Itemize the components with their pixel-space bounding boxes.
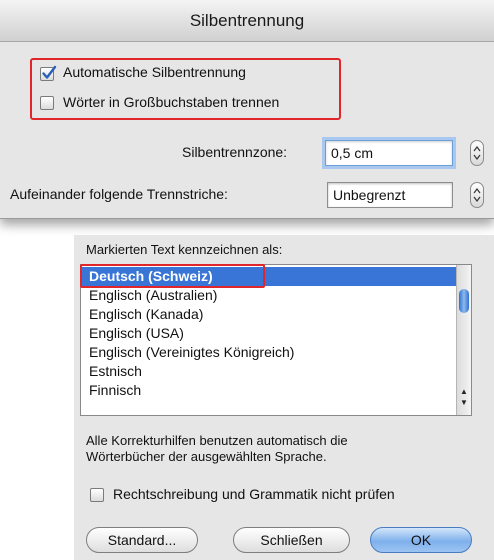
language-header: Markierten Text kennzeichnen als: bbox=[86, 242, 283, 257]
close-button[interactable]: Schließen bbox=[233, 527, 350, 553]
zone-label: Silbentrennzone: bbox=[182, 144, 288, 160]
info-text-line2: Wörterbücher der ausgewählten Sprache. bbox=[86, 449, 327, 464]
consecutive-label: Aufeinander folgende Trennstriche: bbox=[10, 186, 228, 202]
skip-check-checkbox[interactable] bbox=[90, 488, 104, 502]
auto-hyphenation-label: Automatische Silbentrennung bbox=[63, 64, 246, 80]
ok-button[interactable]: OK bbox=[370, 527, 472, 553]
list-item[interactable]: Englisch (Vereinigtes Königreich) bbox=[81, 343, 457, 362]
list-item[interactable]: Englisch (Australien) bbox=[81, 286, 457, 305]
caps-hyphenation-label: Wörter in Großbuchstaben trennen bbox=[63, 94, 280, 110]
stepper-arrows-icon bbox=[473, 188, 481, 202]
caps-hyphenation-checkbox[interactable] bbox=[40, 96, 54, 110]
list-item[interactable]: Estnisch bbox=[81, 362, 457, 381]
scroll-up-arrow-icon[interactable]: ▲ bbox=[460, 388, 468, 396]
consecutive-input[interactable]: Unbegrenzt bbox=[327, 182, 453, 208]
list-item[interactable]: Finnisch bbox=[81, 381, 457, 400]
list-item[interactable]: Englisch (Kanada) bbox=[81, 305, 457, 324]
list-item[interactable]: Englisch (USA) bbox=[81, 324, 457, 343]
auto-hyphenation-checkbox[interactable] bbox=[40, 65, 57, 81]
zone-stepper[interactable] bbox=[470, 140, 484, 166]
checkmark-icon bbox=[42, 65, 57, 79]
standard-button[interactable]: Standard... bbox=[86, 527, 198, 553]
skip-check-label: Rechtschreibung und Grammatik nicht prüf… bbox=[113, 486, 395, 502]
info-text-line1: Alle Korrekturhilfen benutzen automatisc… bbox=[86, 433, 348, 448]
scroll-down-arrow-icon[interactable]: ▼ bbox=[460, 399, 468, 407]
hyphenation-dialog: Silbentrennung Automatische Silbentrennu… bbox=[0, 0, 494, 219]
zone-input[interactable]: 0,5 cm bbox=[325, 140, 453, 166]
dialog-title: Silbentrennung bbox=[0, 0, 494, 42]
consecutive-stepper[interactable] bbox=[470, 182, 484, 208]
list-scrollbar[interactable]: ▲ ▼ bbox=[456, 265, 471, 415]
scrollbar-thumb[interactable] bbox=[459, 289, 469, 313]
highlight-box bbox=[80, 264, 265, 288]
stepper-arrows-icon bbox=[473, 146, 481, 160]
